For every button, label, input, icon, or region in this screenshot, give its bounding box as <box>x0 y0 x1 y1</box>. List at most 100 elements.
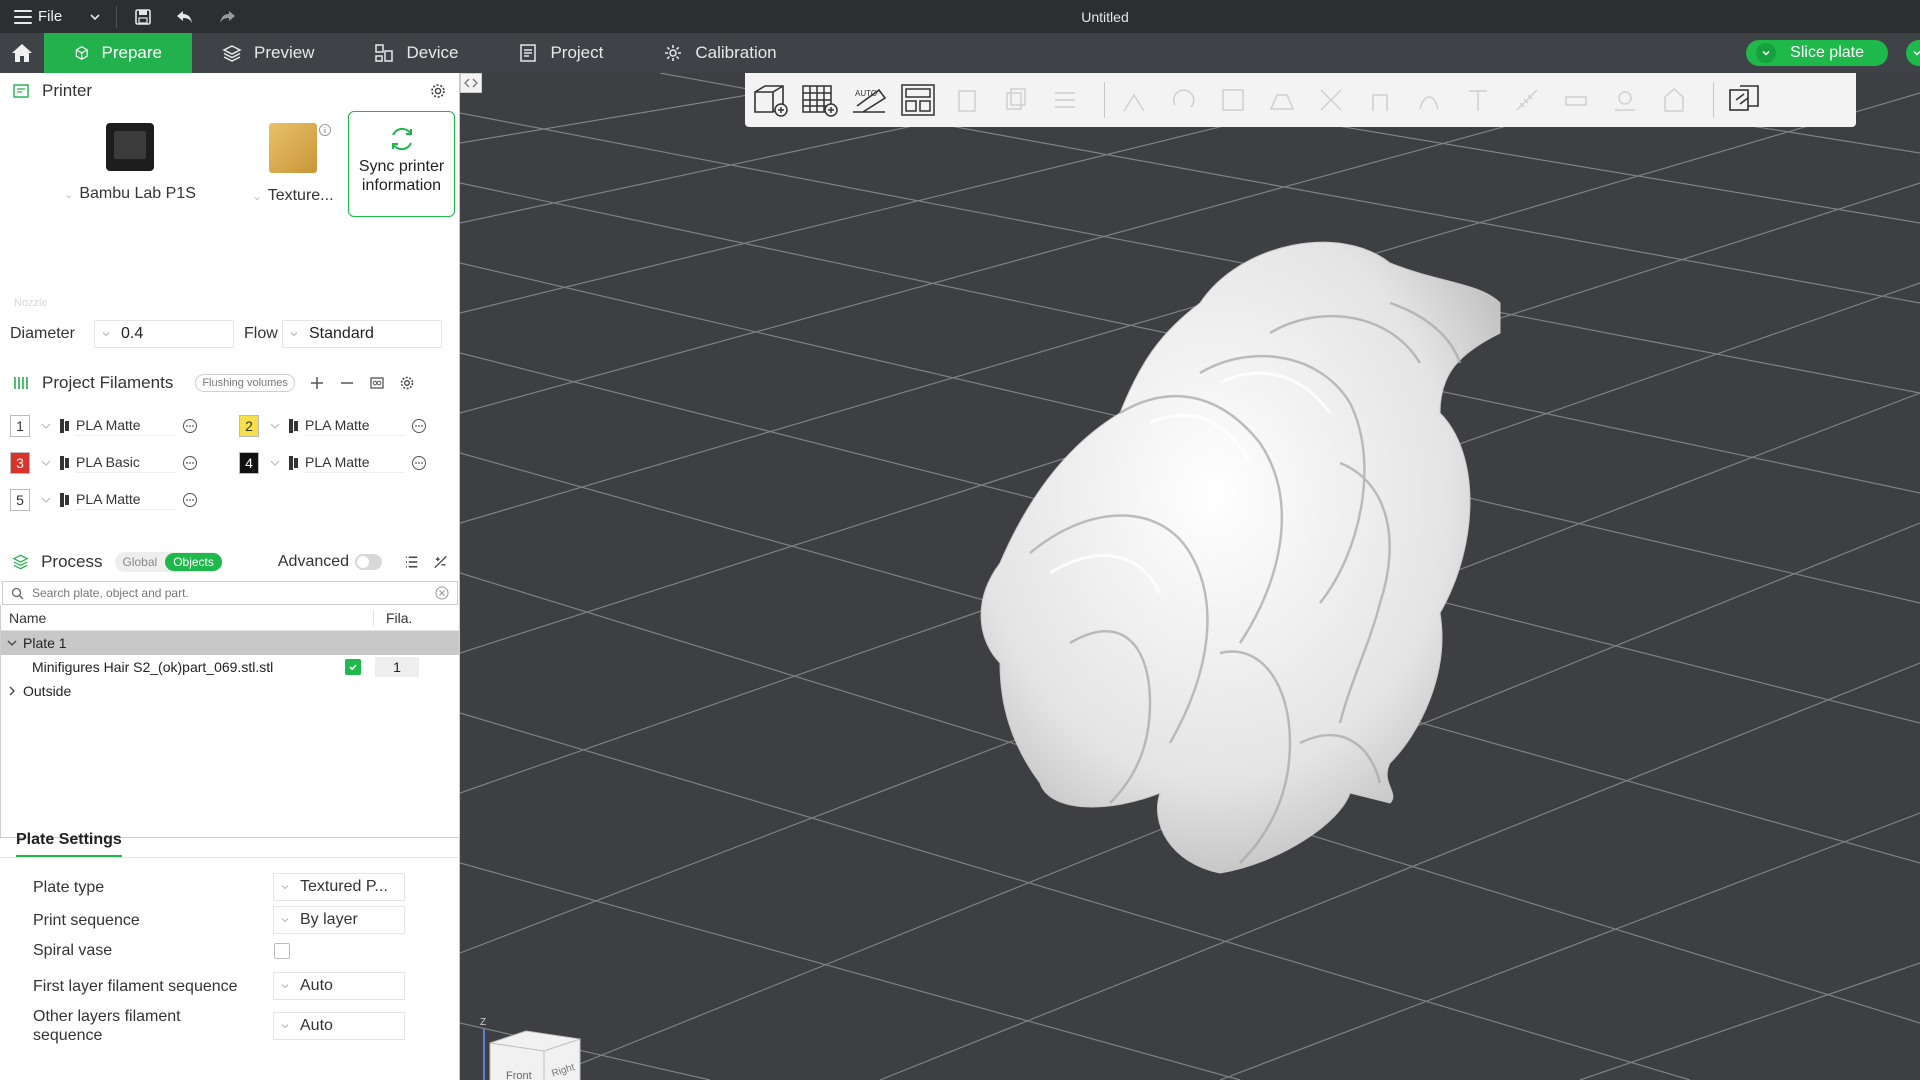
more-options-icon[interactable] <box>411 455 427 471</box>
advanced-toggle[interactable] <box>355 554 382 570</box>
more-options-icon[interactable] <box>182 492 198 508</box>
other-layers-sequence-label: Other layers filament sequence <box>33 1008 181 1044</box>
chevron-down-icon <box>281 885 289 890</box>
plate-row[interactable]: Plate 1 <box>1 631 459 655</box>
first-layer-sequence-select[interactable]: Auto <box>273 972 405 1000</box>
outside-row[interactable]: Outside <box>1 679 459 703</box>
print-sequence-row: Print sequence By layer <box>0 906 460 934</box>
plate-settings-tab[interactable]: Plate Settings <box>16 825 122 857</box>
file-menu-button[interactable]: File <box>14 8 102 25</box>
print-sequence-label: Print sequence <box>33 911 140 929</box>
plate-type-label: Plate type <box>33 878 105 896</box>
process-scope-toggle[interactable]: Global Objects <box>114 552 222 572</box>
chevron-down-icon: ⌄ <box>252 191 262 203</box>
tab-preview[interactable]: Preview <box>192 33 344 73</box>
tab-device-label: Device <box>406 43 459 62</box>
plate-thumbnail <box>269 123 317 173</box>
more-options-icon[interactable] <box>411 418 427 434</box>
tab-project[interactable]: Project <box>488 33 633 73</box>
flow-select[interactable]: Standard <box>282 320 442 348</box>
sync-label-line2: information <box>361 177 442 194</box>
auto-orient-icon[interactable]: AUTO <box>849 80 889 120</box>
chevron-right-icon[interactable] <box>5 684 19 698</box>
filament-slot-4[interactable]: 4 PLA Matte <box>239 448 427 478</box>
chevron-down-icon[interactable] <box>5 636 19 650</box>
add-object-icon[interactable] <box>751 80 791 120</box>
plate-type-selector[interactable]: ⌄ Texture... <box>238 117 348 205</box>
filament-slot-5[interactable]: 5 PLA Matte <box>10 485 198 515</box>
object-filament-number[interactable]: 1 <box>375 657 419 677</box>
filament-slot-2[interactable]: 2 PLA Matte <box>239 411 427 441</box>
sync-label-line1: Sync printer <box>358 158 445 175</box>
title-bar: File Untitled <box>0 0 1920 33</box>
ams-sync-icon[interactable] <box>369 375 385 391</box>
list-icon[interactable] <box>404 554 419 570</box>
add-icon[interactable] <box>309 375 325 391</box>
filament-slot-1[interactable]: 1 PLA Matte <box>10 411 198 441</box>
other-layers-sequence-select[interactable]: Auto <box>273 1012 405 1040</box>
collapse-sidebar-button[interactable] <box>460 73 482 93</box>
view-cube[interactable]: Z Front Right <box>478 1013 588 1080</box>
more-options-icon[interactable] <box>182 455 198 471</box>
view-settings-icon[interactable] <box>1724 80 1764 120</box>
flushing-volumes-button[interactable]: Flushing volumes <box>195 374 295 392</box>
chevron-down-icon <box>270 460 280 466</box>
more-options-icon[interactable] <box>182 418 198 434</box>
undo-icon[interactable] <box>173 5 197 29</box>
printer-selector[interactable]: ⌄ Bambu Lab P1S <box>55 117 205 203</box>
seg-global[interactable]: Global <box>115 553 166 571</box>
text-icon <box>1458 80 1498 120</box>
print-dropdown-button[interactable] <box>1906 40 1920 66</box>
sync-printer-button[interactable]: Sync printer information <box>348 111 455 217</box>
filament-number-1: 1 <box>10 415 30 437</box>
3d-viewport[interactable]: AUTO Z Front Right <box>460 73 1920 1080</box>
advanced-label: Advanced <box>277 553 350 570</box>
seg-objects[interactable]: Objects <box>165 553 222 571</box>
hair-model[interactable] <box>920 223 1620 943</box>
search-placeholder: Search plate, object and part. <box>32 586 189 600</box>
arrange-icon[interactable] <box>898 80 938 120</box>
clear-search-icon[interactable] <box>435 586 449 600</box>
svg-text:AUTO: AUTO <box>855 89 877 98</box>
redo-icon[interactable] <box>215 5 239 29</box>
chevron-down-icon[interactable] <box>1756 43 1777 63</box>
sync-icon <box>391 127 412 151</box>
tab-calibration[interactable]: Calibration <box>633 33 806 73</box>
process-title: Process <box>41 552 103 571</box>
settings-gear-icon[interactable] <box>429 82 447 100</box>
nozzle-params-row: Diameter 0.4 Flow Standard <box>0 316 460 352</box>
axis-z-label: Z <box>480 1017 486 1028</box>
compare-icon[interactable] <box>433 554 448 570</box>
filament-slot-3[interactable]: 3 PLA Basic <box>10 448 198 478</box>
add-plate-icon[interactable] <box>800 80 840 120</box>
other-layers-sequence-value: Auto <box>300 1017 333 1034</box>
outside-label: Outside <box>23 683 72 699</box>
object-search-input[interactable]: Search plate, object and part. <box>2 581 458 605</box>
diameter-select[interactable]: 0.4 <box>94 320 234 348</box>
object-row[interactable]: Minifigures Hair S2_(ok)part_069.stl.stl… <box>1 655 459 679</box>
plate-type-select[interactable]: Textured P... <box>273 873 405 901</box>
filament-settings-icon[interactable] <box>399 375 415 391</box>
remove-icon[interactable] <box>339 375 355 391</box>
tab-preview-label: Preview <box>254 43 315 62</box>
tab-prepare[interactable]: Prepare <box>44 33 192 73</box>
spiral-vase-label: Spiral vase <box>33 942 113 959</box>
slice-plate-button[interactable]: Slice plate <box>1746 40 1888 66</box>
color-paint-icon <box>1654 80 1694 120</box>
print-sequence-select[interactable]: By layer <box>273 906 405 934</box>
filament-icon <box>14 377 28 389</box>
home-icon[interactable] <box>0 33 44 73</box>
search-icon <box>11 587 24 599</box>
chevron-down-icon[interactable] <box>88 10 102 24</box>
save-icon[interactable] <box>131 5 155 29</box>
tab-calibration-label: Calibration <box>695 43 777 62</box>
tab-device[interactable]: Device <box>344 33 488 73</box>
chevron-down-icon <box>281 918 289 923</box>
object-visible-checkbox[interactable] <box>345 659 361 675</box>
spiral-vase-checkbox[interactable] <box>274 942 290 959</box>
file-menu-label: File <box>38 8 63 25</box>
slice-plate-label: Slice plate <box>1790 44 1864 61</box>
toolbar-divider <box>116 5 118 28</box>
info-icon[interactable] <box>318 123 332 137</box>
chevron-down-icon: ⌄ <box>64 189 74 201</box>
